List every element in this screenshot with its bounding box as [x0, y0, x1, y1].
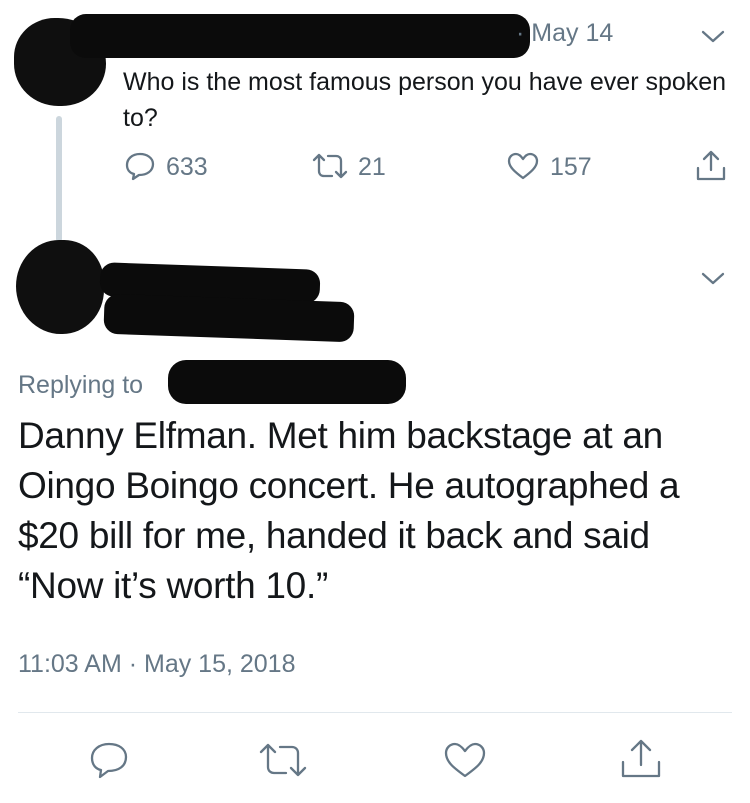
thread-line [56, 116, 62, 242]
replying-to-label: Replying to [18, 371, 144, 399]
reply-author-handle-redacted[interactable] [103, 293, 355, 343]
like-count: 157 [550, 153, 592, 181]
reply-icon[interactable] [124, 151, 156, 181]
like-icon[interactable] [442, 740, 488, 780]
share-icon[interactable] [618, 736, 664, 782]
retweet-icon[interactable] [310, 151, 350, 181]
parent-tweet-date[interactable]: · May 14 [516, 19, 613, 48]
reply-avatar[interactable] [16, 240, 104, 334]
retweet-icon[interactable] [256, 740, 310, 780]
reply-count: 633 [166, 153, 208, 181]
parent-author-redacted[interactable] [70, 14, 530, 58]
reply-icon[interactable] [88, 740, 130, 780]
chevron-down-icon[interactable] [698, 26, 728, 48]
share-icon[interactable] [694, 148, 728, 184]
parent-tweet-text: Who is the most famous person you have e… [123, 68, 727, 132]
chevron-down-icon[interactable] [698, 268, 728, 290]
retweet-count: 21 [358, 153, 386, 181]
replying-to-mention-redacted[interactable] [168, 360, 406, 404]
like-icon[interactable] [506, 151, 540, 181]
reply-tweet-text: Danny Elfman. Met him backstage at an Oi… [18, 415, 680, 606]
reply-timestamp[interactable]: 11:03 AM · May 15, 2018 [18, 650, 295, 679]
divider [18, 712, 732, 713]
